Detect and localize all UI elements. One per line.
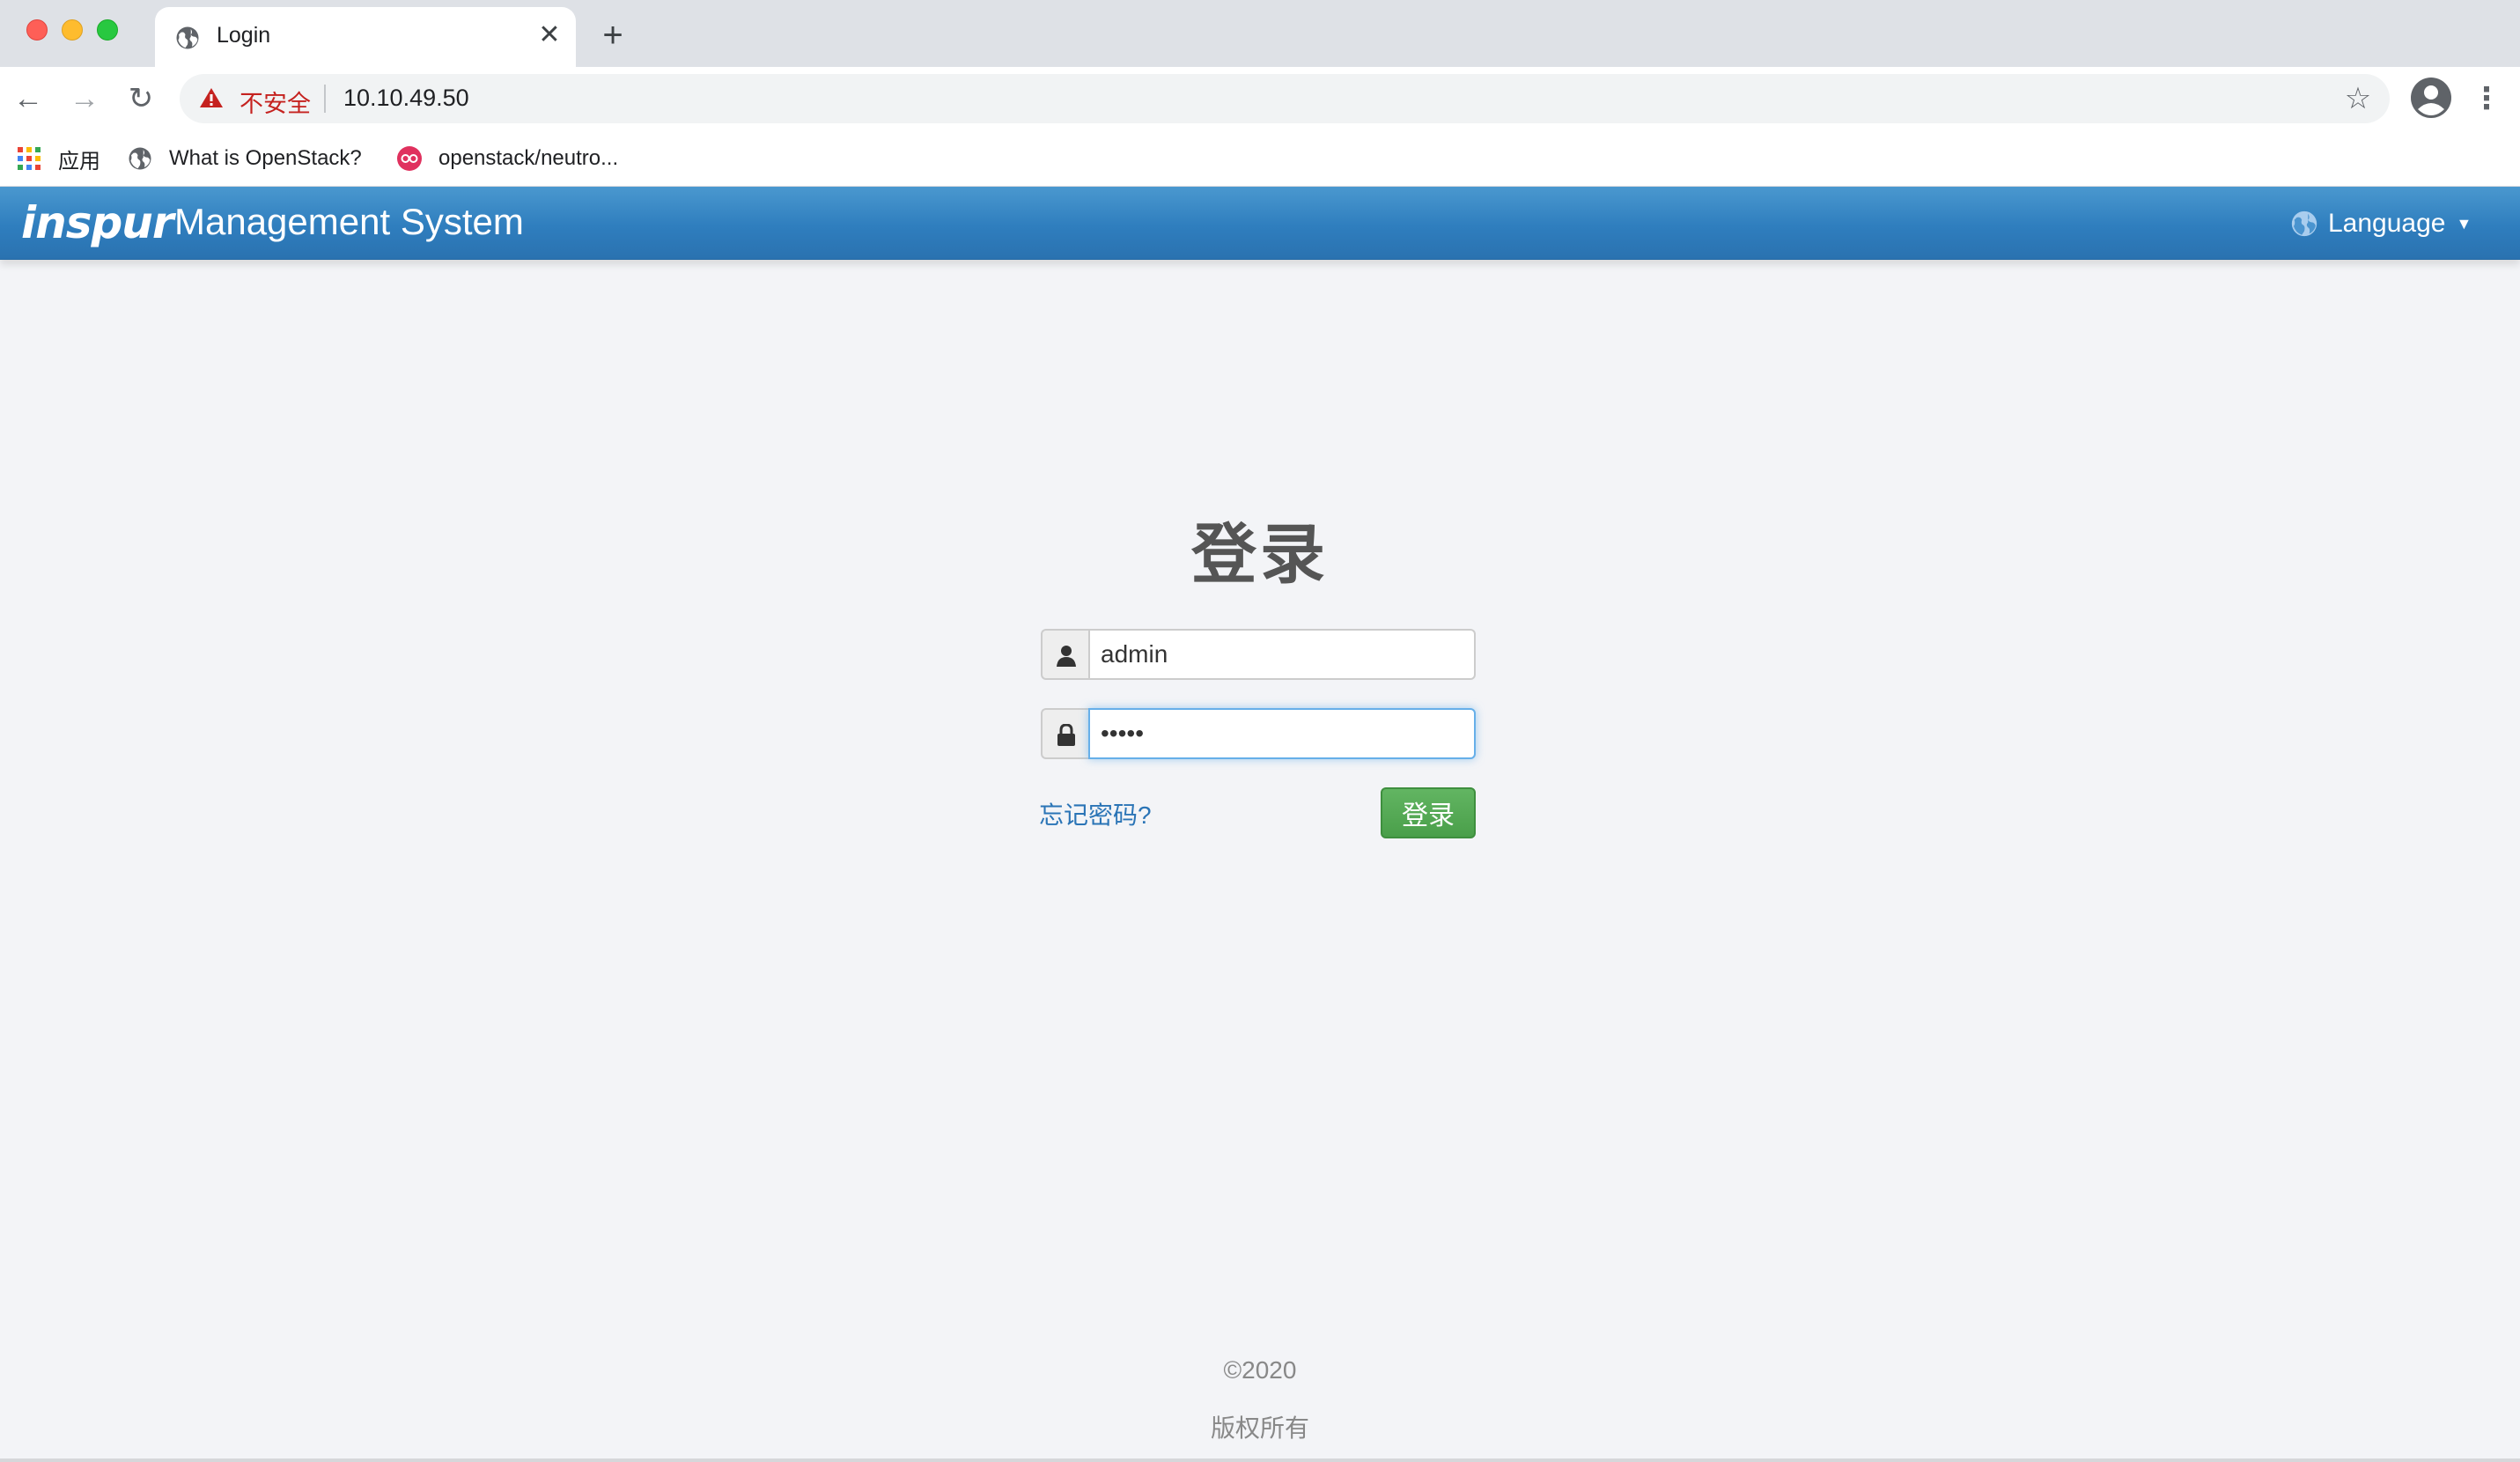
bookmark-label: 应用 <box>58 149 100 174</box>
browser-toolbar: ← → ↻ 不安全 10.10.49.50 ☆ ⋮ <box>0 67 2520 130</box>
rights-text: 版权所有 <box>1210 1414 1309 1442</box>
login-heading: 登录 <box>1191 518 1329 591</box>
bookmark-label: What is OpenStack? <box>169 146 362 170</box>
lock-icon <box>1057 724 1075 746</box>
profile-avatar-icon[interactable] <box>2409 76 2453 120</box>
language-dropdown[interactable]: Language ▼ <box>2289 206 2472 241</box>
github-icon <box>397 146 422 171</box>
bookmark-label: openstack/neutro... <box>438 146 619 170</box>
address-bar[interactable]: 不安全 10.10.49.50 ☆ <box>180 74 2390 123</box>
password-group <box>1041 708 1476 759</box>
password-input[interactable] <box>1088 708 1476 759</box>
close-tab-icon[interactable]: ✕ <box>534 19 565 51</box>
login-button[interactable]: 登录 <box>1381 787 1476 838</box>
app-header: inspur Management System Language ▼ <box>0 187 2520 260</box>
browser-menu-icon[interactable]: ⋮ <box>2471 78 2502 120</box>
bookmark-openstack-neutron[interactable]: openstack/neutro... <box>396 130 618 187</box>
window-close-button[interactable] <box>26 19 48 41</box>
bookmarks-bar: 应用 What is OpenStack? openstack/neutro..… <box>0 130 2520 187</box>
footer-divider <box>0 1458 2520 1462</box>
security-status-label[interactable]: 不安全 <box>239 85 311 119</box>
username-addon <box>1041 629 1088 680</box>
forgot-password-link[interactable]: 忘记密码? <box>1039 796 1152 831</box>
window-zoom-button[interactable] <box>97 19 118 41</box>
bookmark-what-is-openstack[interactable]: What is OpenStack? <box>127 130 362 187</box>
username-group <box>1041 629 1476 680</box>
reload-icon[interactable]: ↻ <box>122 79 160 118</box>
language-label: Language <box>2328 209 2446 238</box>
copyright-text: ©2020 <box>1223 1356 1297 1384</box>
globe-icon <box>176 26 199 49</box>
warning-icon <box>200 88 223 107</box>
browser-tab-login[interactable]: Login ✕ <box>155 7 576 67</box>
back-arrow-icon[interactable]: ← <box>9 79 48 118</box>
browser-tab-strip: Login ✕ + <box>0 0 2520 67</box>
address-divider <box>324 85 326 113</box>
globe-icon <box>129 147 151 170</box>
username-input[interactable] <box>1088 629 1476 680</box>
url-text[interactable]: 10.10.49.50 <box>343 85 469 112</box>
password-addon <box>1041 708 1088 759</box>
new-tab-button[interactable]: + <box>593 16 632 55</box>
bookmark-apps[interactable]: 应用 <box>16 130 100 187</box>
apps-grid-icon <box>18 147 41 170</box>
globe-icon <box>2291 210 2317 237</box>
forward-arrow-icon[interactable]: → <box>65 79 104 118</box>
bookmark-star-icon[interactable]: ☆ <box>2339 79 2377 118</box>
window-minimize-button[interactable] <box>62 19 83 41</box>
app-title: Management System <box>174 201 524 242</box>
caret-down-icon: ▼ <box>2456 214 2472 233</box>
page-content: inspur Management System Language ▼ 登录 a… <box>0 187 2520 1462</box>
user-icon <box>1057 646 1076 667</box>
inspur-logo[interactable]: inspur <box>21 197 174 248</box>
tab-title: Login <box>217 23 271 48</box>
